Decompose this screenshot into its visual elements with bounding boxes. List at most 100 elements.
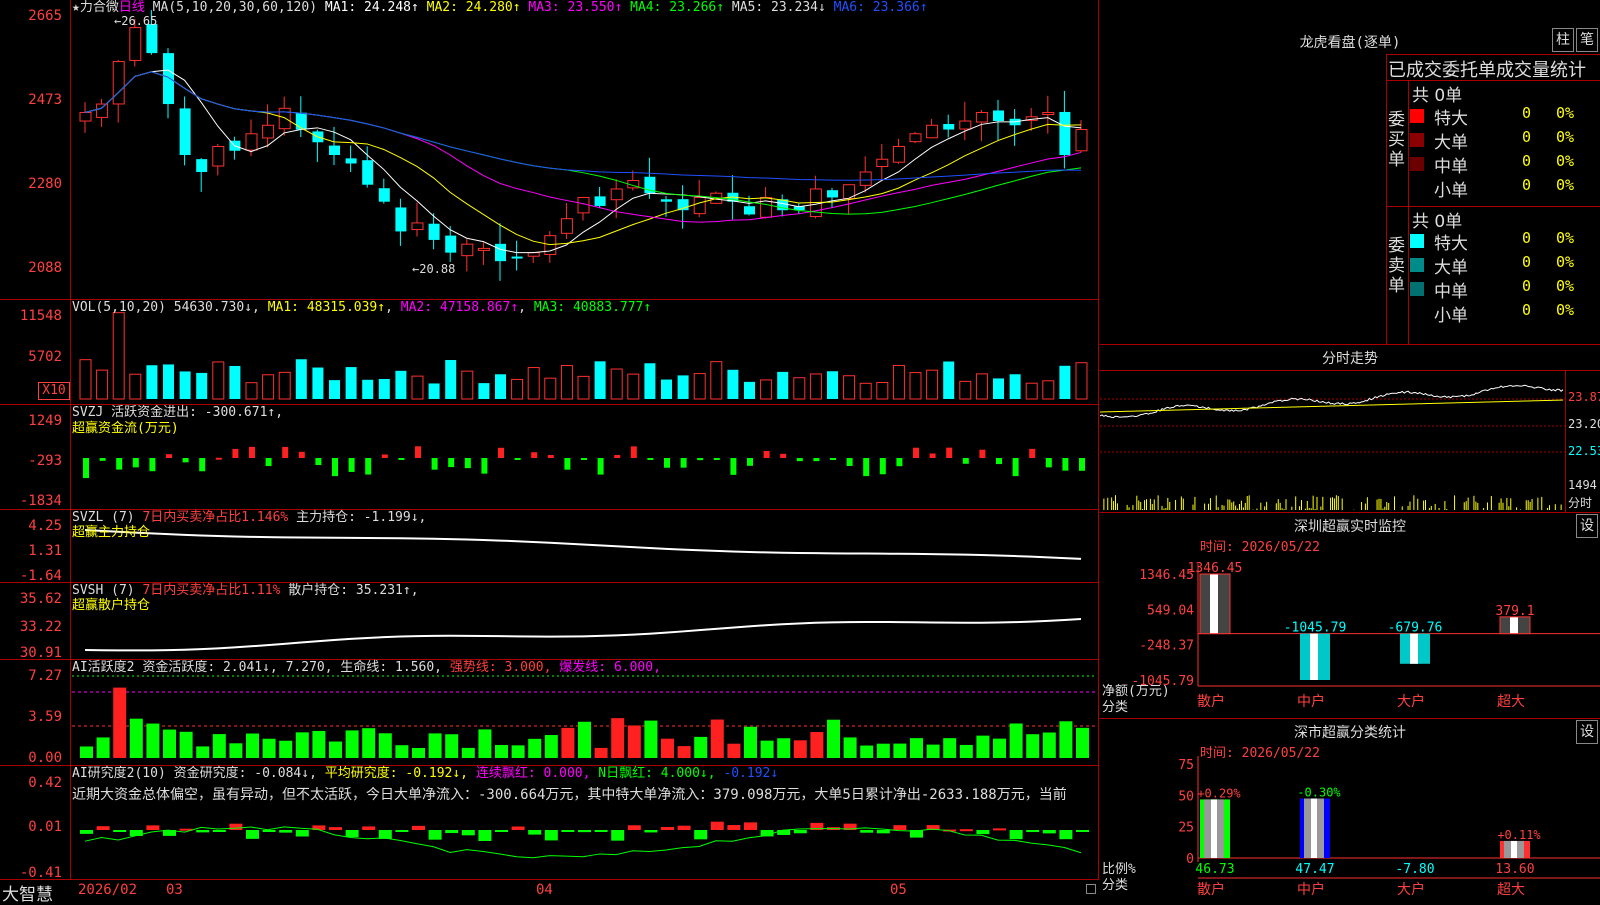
order-pct: 0%: [1556, 253, 1575, 271]
sz-bar-highlight: [1410, 633, 1418, 664]
research-bar: [1042, 830, 1056, 834]
activity-bar: [843, 737, 857, 758]
sz-y-tick: -1045.79: [1131, 674, 1194, 689]
sz-bar-highlight: [1310, 633, 1318, 680]
fl-bar-value: 46.73: [1195, 862, 1234, 877]
money-flow-bar: [896, 458, 903, 467]
order-size-label: 大单: [1434, 258, 1468, 278]
volume-bar: [644, 363, 656, 399]
candle-body: [146, 24, 158, 54]
x-tick-label: 05: [890, 882, 907, 898]
research-bar: [146, 825, 160, 830]
ai1-label: AI活跃度2: [72, 660, 135, 675]
money-flow-bar: [996, 458, 1002, 465]
svsh-y-tick: 35.62: [19, 591, 62, 607]
volume-bar: [677, 375, 689, 399]
money-flow-bar: [830, 458, 836, 460]
activity-bar: [129, 718, 143, 758]
money-flow-bar: [249, 446, 255, 458]
research-bar: [113, 830, 127, 832]
order-color-swatch: [1410, 282, 1424, 296]
svzj-y-tick: -1834: [19, 493, 62, 509]
ai2-red: 连续飘红: 0.000,: [475, 766, 591, 781]
activity-bar: [212, 734, 226, 758]
research-bar: [561, 830, 575, 832]
ai2-nred: N日飘红: 4.000↓,: [598, 766, 716, 781]
money-flow-bar: [730, 458, 737, 475]
candle-body: [362, 160, 374, 185]
order-pct: 0%: [1556, 229, 1575, 247]
candle-body: [129, 27, 142, 61]
activity-bar: [860, 745, 874, 758]
order-count: 0: [1522, 152, 1532, 170]
volume-bar: [495, 374, 506, 399]
research-bar: [246, 830, 259, 839]
order-color-swatch: [1410, 109, 1424, 123]
order-size-label: 小单: [1434, 306, 1468, 326]
kline-chart-area[interactable]: 2665 2473 2280 2088 ★力合微日线 MA(5,10,20,30…: [0, 0, 1100, 880]
research-bar: [495, 830, 508, 832]
fl-bar-change: +0.29%: [1197, 786, 1241, 800]
order-size-label: 特大: [1434, 234, 1468, 254]
money-flow-bar: [564, 458, 571, 470]
order-color-swatch: [1410, 306, 1424, 320]
volume-bar: [975, 373, 988, 400]
sz-category-label: 大户: [1397, 693, 1425, 710]
fl-category-label: 中户: [1297, 881, 1325, 898]
lock-icon[interactable]: [1086, 884, 1096, 894]
candle-body: [196, 159, 208, 172]
order-stat-row: 小单 0 0%: [1410, 301, 1600, 326]
volume-bar: [793, 377, 806, 400]
longhu-title: 龙虎看盘(逐单): [1299, 35, 1401, 51]
volume-bar: [312, 367, 324, 399]
volume-bar: [262, 374, 275, 400]
vol-unit-badge[interactable]: X10: [38, 382, 70, 400]
volume-bar: [461, 370, 474, 400]
research-bar: [710, 821, 724, 830]
sz-bar-value: 1346.45: [1188, 561, 1243, 576]
order-color-swatch: [1410, 157, 1424, 171]
activity-bar: [179, 731, 193, 758]
volume-bar: [362, 379, 374, 399]
order-color-swatch: [1410, 133, 1424, 147]
research-bar: [611, 830, 625, 841]
money-flow-bar: [415, 446, 421, 458]
x-tick-label: 04: [536, 882, 553, 898]
candle-body: [445, 235, 457, 253]
fl-bar-highlight: [1211, 799, 1217, 858]
activity-bar: [644, 720, 658, 758]
activity-bar: [926, 744, 940, 758]
activity-bar: [495, 745, 508, 758]
money-flow-bar: [929, 453, 936, 458]
high-price-label: ←26.65: [114, 14, 158, 28]
money-flow-bar: [365, 458, 372, 475]
fl-y-tick: 50: [1178, 789, 1194, 804]
vol-ma1: MA1: 48315.039↑: [267, 300, 386, 315]
research-bar: [1059, 830, 1073, 840]
research-bar: [461, 830, 475, 836]
fenshi-panel[interactable]: 分时走势 23.87 23.20 22.53 1494 分时: [1100, 344, 1600, 514]
volume-bar: [79, 359, 92, 400]
activity-bar: [511, 745, 525, 758]
activity-bar: [544, 735, 558, 758]
research-bar: [744, 822, 757, 830]
vol-y-tick: 11548: [19, 308, 62, 324]
bar-mode-button[interactable]: 柱: [1552, 28, 1574, 52]
order-stat-row: 特大 0 0%: [1410, 229, 1600, 254]
research-bar: [229, 823, 243, 830]
activity-bar: [395, 745, 409, 758]
research-bar: [544, 830, 558, 841]
stock-title[interactable]: ★力合微: [72, 0, 119, 15]
svzj-y-tick: -293: [28, 453, 62, 469]
research-bar: [893, 825, 907, 830]
money-flow-bar: [199, 458, 206, 472]
tick-mode-button[interactable]: 笔: [1576, 28, 1598, 52]
activity-bar: [611, 718, 625, 758]
money-flow-bar: [962, 458, 969, 464]
volume-bar: [527, 367, 540, 400]
fl-bar-change: -0.30%: [1297, 786, 1341, 800]
activity-bar: [976, 735, 990, 758]
activity-bar: [445, 734, 459, 758]
money-flow-bar: [514, 458, 521, 460]
period-label[interactable]: 日线: [119, 0, 145, 15]
